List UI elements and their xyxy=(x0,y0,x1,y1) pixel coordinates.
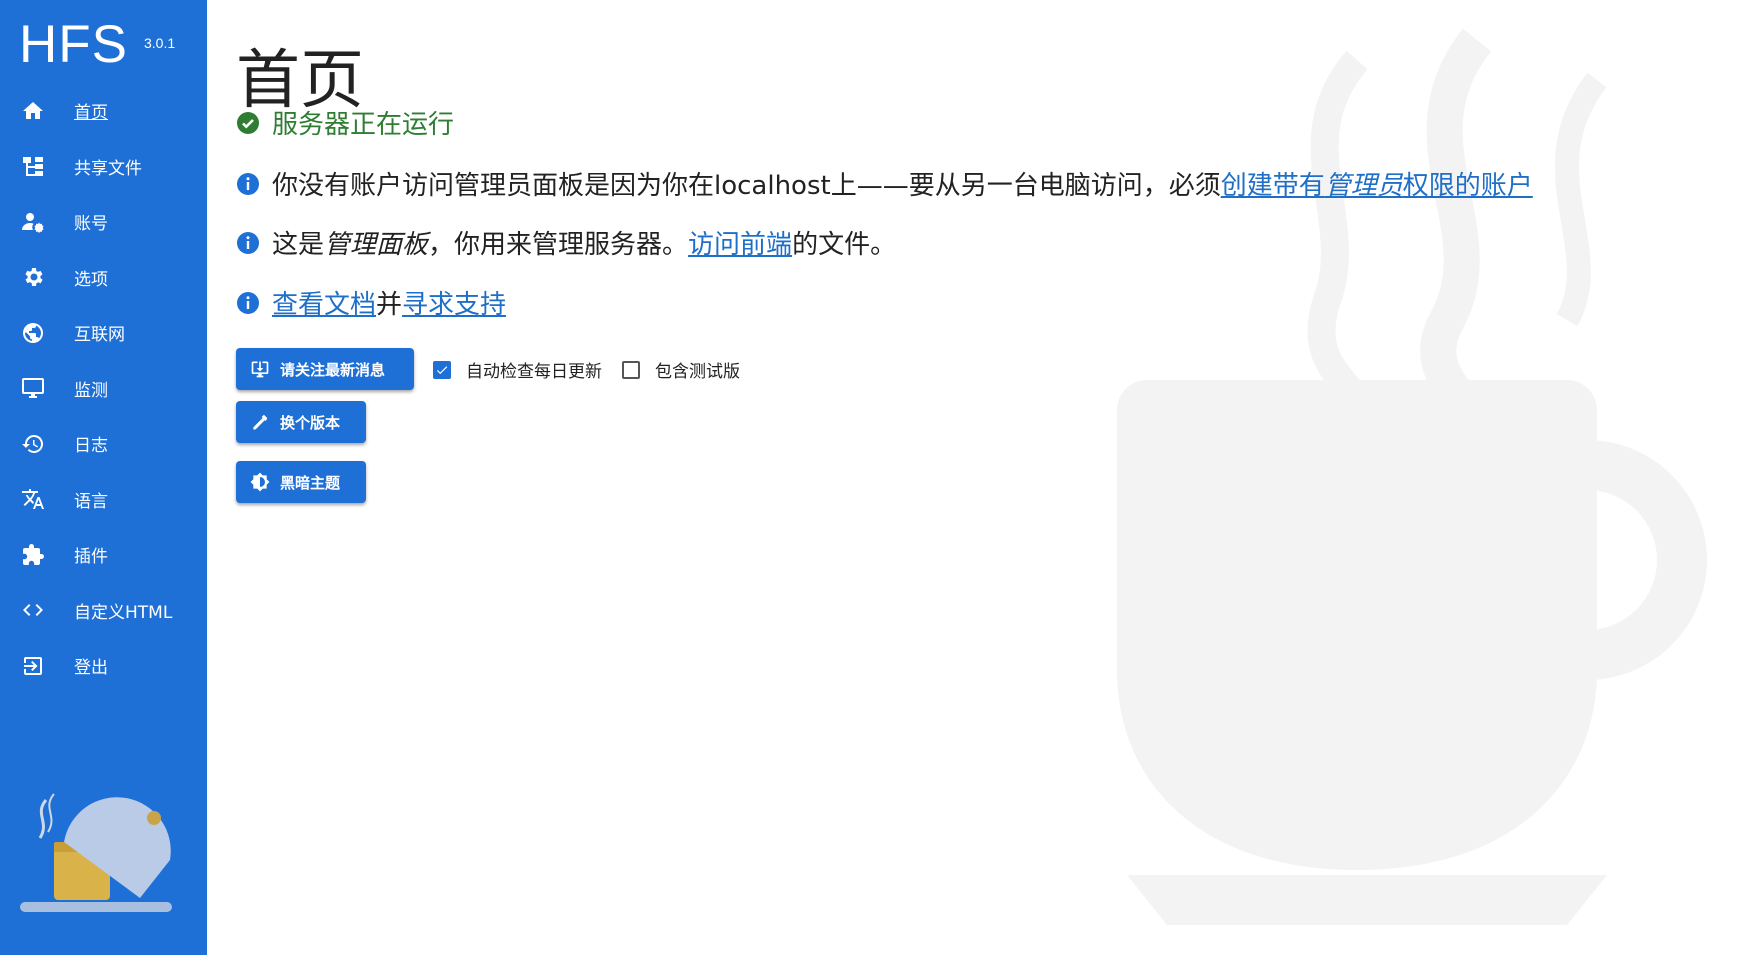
beta-checkbox[interactable] xyxy=(622,360,640,379)
main-content: 首页 服务器正在运行 你没有账户访问管理员面板是因为你在localhost上——… xyxy=(207,0,1763,955)
check-icon xyxy=(436,365,448,374)
wrench-icon xyxy=(253,414,268,430)
app-title: HFS xyxy=(19,15,128,74)
sidebar-item-label: 自定义HTML xyxy=(74,602,173,623)
sidebar-item-logs[interactable]: 日志 xyxy=(0,416,207,472)
sidebar-item-home[interactable]: 首页 xyxy=(0,83,207,139)
tree-icon xyxy=(20,153,46,179)
auto-update-label: 自动检查每日更新 xyxy=(466,362,602,382)
sidebar-item-plugins[interactable]: 插件 xyxy=(0,527,207,583)
sidebar-item-label: 互联网 xyxy=(74,325,125,346)
sidebar-item-shared-files[interactable]: 共享文件 xyxy=(0,139,207,195)
sidebar-item-label: 选项 xyxy=(74,269,108,290)
home-icon xyxy=(20,98,46,124)
sidebar-item-language[interactable]: 语言 xyxy=(0,472,207,528)
admin-panel-emphasis: 管理面板 xyxy=(324,230,429,260)
dark-theme-button[interactable]: 黑暗主题 xyxy=(236,461,366,503)
mascot-illustration xyxy=(20,790,172,920)
server-status-text: 服务器正在运行 xyxy=(272,110,455,140)
sidebar-item-monitor[interactable]: 监测 xyxy=(0,361,207,417)
globe-icon xyxy=(20,320,46,346)
info-icon xyxy=(237,231,259,254)
brand: HFS 3.0.1 xyxy=(19,14,175,76)
info-admin-panel: 这是 管理面板 ，你用来管理服务器。 访问前端 的文件。 xyxy=(236,224,896,261)
server-status: 服务器正在运行 xyxy=(236,104,454,141)
info-docs: 查看文档并寻求支持 xyxy=(236,284,506,321)
history-icon xyxy=(20,431,46,457)
theme-icon xyxy=(250,472,270,492)
sidebar-item-logout[interactable]: 登出 xyxy=(0,638,207,694)
download-monitor-icon xyxy=(251,361,269,378)
sidebar-item-label: 日志 xyxy=(74,436,108,457)
support-link[interactable]: 寻求支持 xyxy=(402,284,506,321)
visit-frontend-link[interactable]: 访问前端 xyxy=(688,224,792,261)
info-icon xyxy=(237,291,259,314)
logout-icon xyxy=(20,653,46,679)
change-version-button[interactable]: 换个版本 xyxy=(236,401,366,443)
sidebar-item-custom-html[interactable]: 自定义HTML xyxy=(0,583,207,639)
sidebar-item-label: 登出 xyxy=(74,658,108,679)
check-circle-icon xyxy=(237,111,259,134)
sidebar-item-options[interactable]: 选项 xyxy=(0,250,207,306)
translate-icon xyxy=(20,486,46,512)
puzzle-icon xyxy=(20,542,46,568)
app-version: 3.0.1 xyxy=(144,35,176,51)
sidebar-item-label: 首页 xyxy=(74,103,108,124)
update-options: 自动检查每日更新 包含测试版 xyxy=(433,357,760,382)
sidebar-item-label: 账号 xyxy=(74,214,108,235)
documentation-link[interactable]: 查看文档 xyxy=(272,284,376,321)
follow-news-button[interactable]: 请关注最新消息 xyxy=(236,348,414,390)
sidebar-item-label: 语言 xyxy=(74,491,108,512)
sidebar-nav: 首页 共享文件 账号 选项 互联网 监测 日志 语言 插件 自定义HTML 登出 xyxy=(0,83,207,694)
create-admin-account-link[interactable]: 创建带有管理员权限的账户 xyxy=(1221,165,1533,202)
gear-icon xyxy=(20,264,46,290)
sidebar: HFS 3.0.1 首页 共享文件 账号 选项 互联网 监测 日志 语言 插件 … xyxy=(0,0,207,955)
info-localhost-text: 你没有账户访问管理员面板是因为你在localhost上——要从另一台电脑访问，必… xyxy=(272,171,1221,201)
code-icon xyxy=(20,597,46,623)
sidebar-item-label: 共享文件 xyxy=(74,158,142,179)
coffee-cup-watermark xyxy=(1117,28,1707,925)
info-localhost: 你没有账户访问管理员面板是因为你在localhost上——要从另一台电脑访问，必… xyxy=(236,165,1533,202)
beta-label: 包含测试版 xyxy=(655,362,740,382)
monitor-icon xyxy=(20,375,46,401)
sidebar-item-accounts[interactable]: 账号 xyxy=(0,194,207,250)
account-settings-icon xyxy=(20,209,46,235)
sidebar-item-internet[interactable]: 互联网 xyxy=(0,305,207,361)
info-icon xyxy=(237,172,259,195)
app-root: HFS 3.0.1 首页 共享文件 账号 选项 互联网 监测 日志 语言 插件 … xyxy=(0,0,1763,955)
sidebar-item-label: 监测 xyxy=(74,380,108,401)
auto-update-checkbox[interactable] xyxy=(433,360,451,379)
sidebar-item-label: 插件 xyxy=(74,547,108,568)
